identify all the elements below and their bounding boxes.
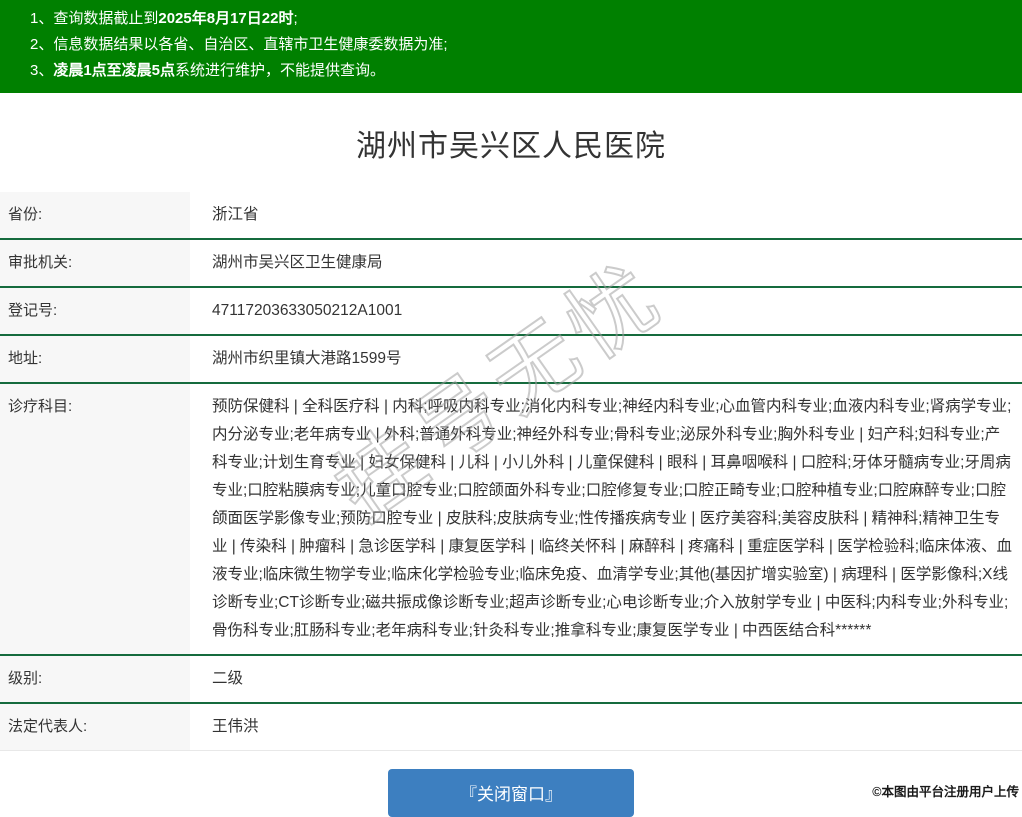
row-value: 浙江省 — [190, 192, 1022, 238]
button-row: 『关闭窗口』 — [0, 769, 1022, 817]
table-row-level: 级别: 二级 — [0, 654, 1022, 702]
row-value: 王伟洪 — [190, 704, 1022, 750]
hospital-info-table: 省份: 浙江省 审批机关: 湖州市吴兴区卫生健康局 登记号: 471172036… — [0, 192, 1022, 751]
row-label: 地址: — [0, 336, 190, 382]
row-value: 湖州市织里镇大港路1599号 — [190, 336, 1022, 382]
notice-number: 1、 — [30, 10, 53, 27]
row-label: 法定代表人: — [0, 704, 190, 750]
table-row-departments: 诊疗科目: 预防保健科 | 全科医疗科 | 内科;呼吸内科专业;消化内科专业;神… — [0, 382, 1022, 654]
row-label: 省份: — [0, 192, 190, 238]
table-row-approval-authority: 审批机关: 湖州市吴兴区卫生健康局 — [0, 238, 1022, 286]
notice-line-3: 3、凌晨1点至凌晨5点系统进行维护，不能提供查询。 — [30, 58, 1012, 84]
row-label: 审批机关: — [0, 240, 190, 286]
notice-number: 3、 — [30, 62, 53, 79]
row-value: 预防保健科 | 全科医疗科 | 内科;呼吸内科专业;消化内科专业;神经内科专业;… — [190, 384, 1022, 654]
table-row-registration-number: 登记号: 47117203633050212A1001 — [0, 286, 1022, 334]
hospital-title: 湖州市吴兴区人民医院 — [0, 93, 1022, 192]
row-label: 登记号: — [0, 288, 190, 334]
upload-credit-note: ©本图由平台注册用户上传 — [872, 781, 1019, 800]
row-label: 诊疗科目: — [0, 384, 190, 654]
table-row-legal-representative: 法定代表人: 王伟洪 — [0, 702, 1022, 750]
notice-number: 2、 — [30, 36, 53, 53]
notice-line-1: 1、查询数据截止到2025年8月17日22时; — [30, 6, 1012, 32]
row-value: 47117203633050212A1001 — [190, 288, 1022, 334]
close-window-button[interactable]: 『关闭窗口』 — [388, 769, 634, 817]
row-value: 湖州市吴兴区卫生健康局 — [190, 240, 1022, 286]
notice-banner: 1、查询数据截止到2025年8月17日22时; 2、信息数据结果以各省、自治区、… — [0, 0, 1022, 93]
notice-line-2: 2、信息数据结果以各省、自治区、直辖市卫生健康委数据为准; — [30, 32, 1012, 58]
row-value: 二级 — [190, 656, 1022, 702]
table-row-province: 省份: 浙江省 — [0, 192, 1022, 238]
table-row-address: 地址: 湖州市织里镇大港路1599号 — [0, 334, 1022, 382]
row-label: 级别: — [0, 656, 190, 702]
